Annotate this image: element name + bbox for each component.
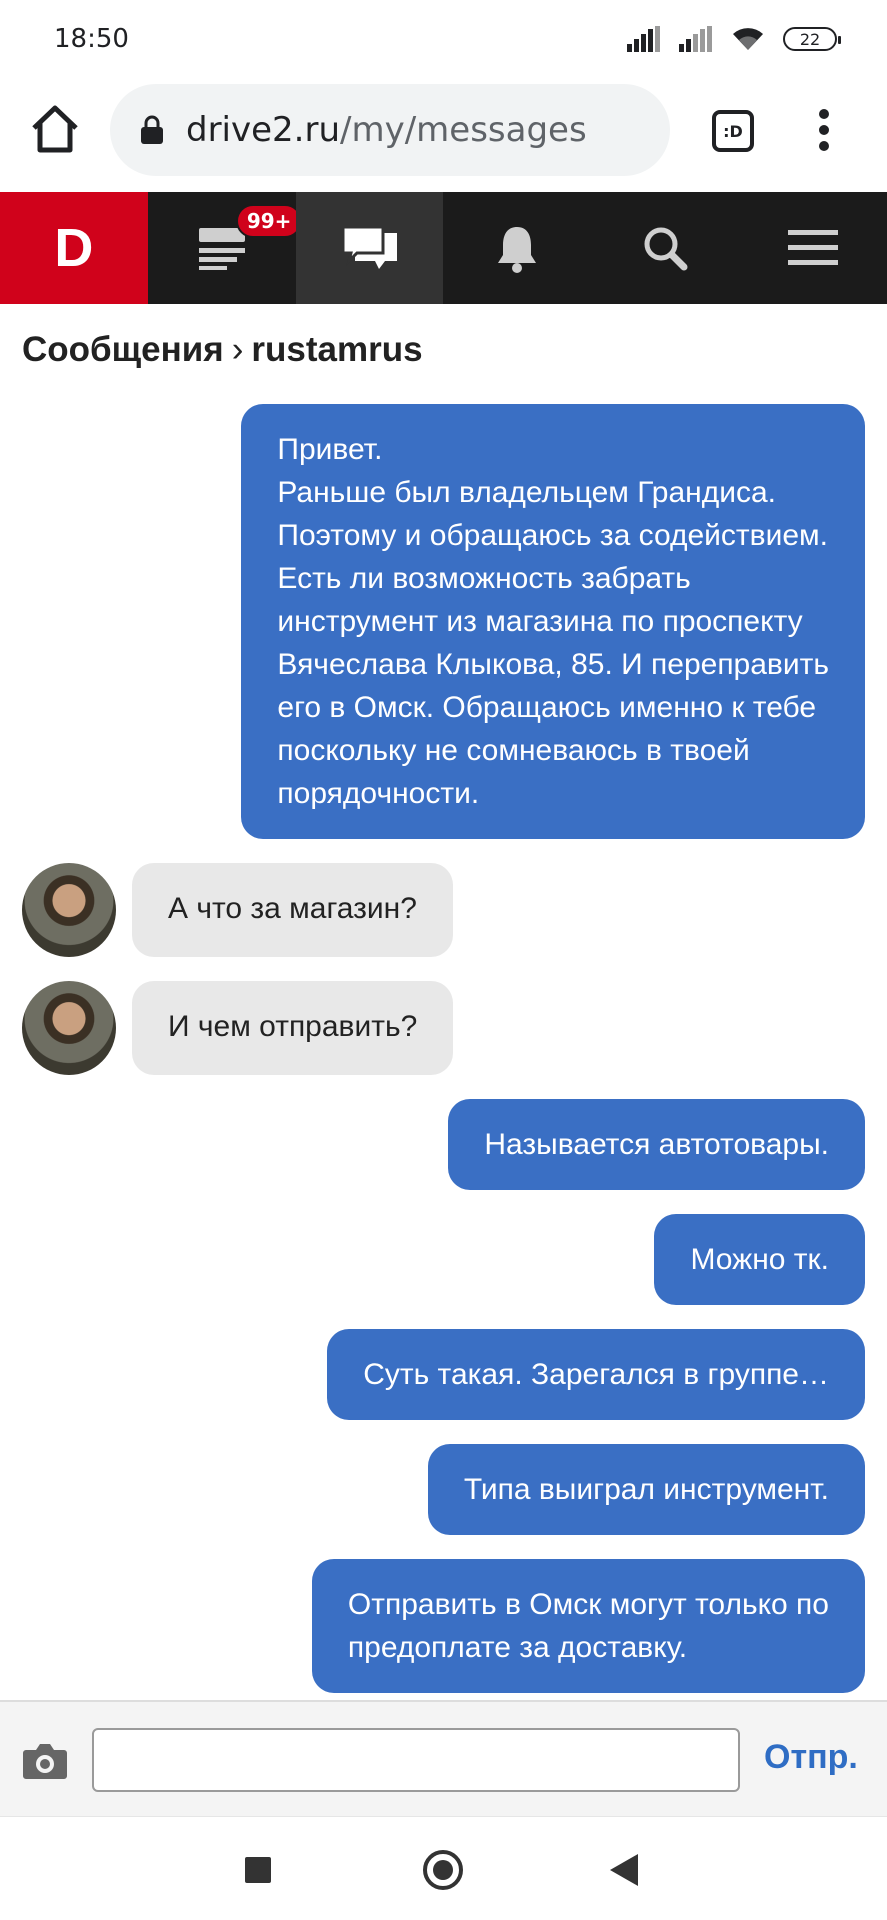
message-line: Типа выиграл инструмент.	[463, 1473, 829, 1506]
avatar[interactable]	[22, 863, 116, 957]
url-path: /my/messages	[340, 110, 587, 150]
message-line: Отправить в Омск могут только по	[347, 1588, 829, 1621]
send-button[interactable]: Отпр.	[764, 1738, 858, 1777]
breadcrumb-separator: ›	[231, 330, 244, 369]
site-logo[interactable]: D	[0, 192, 148, 304]
message-line: А что за магазин?	[168, 892, 417, 925]
nav-messages[interactable]	[295, 192, 444, 304]
message-line: предоплате за доставку.	[347, 1631, 688, 1664]
back-icon[interactable]	[610, 1854, 638, 1886]
site-nav: D 99+	[0, 192, 887, 304]
recents-icon[interactable]	[245, 1857, 271, 1883]
message-row: Можно тк.	[0, 1214, 887, 1305]
nav-search[interactable]	[591, 192, 739, 304]
nav-menu[interactable]	[739, 192, 887, 304]
message-line: Суть такая. Зарегался в группе…	[363, 1358, 829, 1391]
outgoing-message: Называется автотовары.	[448, 1099, 865, 1190]
outgoing-message: Можно тк.	[654, 1214, 865, 1305]
status-icons: 22	[627, 26, 841, 52]
avatar[interactable]	[22, 981, 116, 1075]
wifi-icon	[733, 28, 763, 50]
outgoing-message: Типа выиграл инструмент.	[427, 1444, 865, 1535]
menu-icon	[788, 230, 839, 265]
message-row: Типа выиграл инструмент.	[0, 1444, 887, 1535]
breadcrumb: Сообщения › rustamrus	[22, 330, 423, 370]
message-line: порядочности.	[277, 777, 480, 810]
incoming-message: А что за магазин?	[132, 863, 453, 957]
message-line: Привет.	[277, 433, 383, 466]
browser-toolbar: drive2.ru/my/messages :D	[0, 80, 887, 192]
outgoing-message: Суть такая. Зарегался в группе…	[327, 1329, 865, 1420]
logo-text: D	[54, 218, 94, 278]
message-line: Раньше был владельцем Грандиса.	[277, 476, 776, 509]
tab-switcher-button[interactable]: :D	[712, 110, 754, 152]
message-row: Суть такая. Зарегался в группе…	[0, 1329, 887, 1420]
messages-icon	[341, 225, 397, 269]
message-line: Можно тк.	[690, 1243, 829, 1276]
url-text: drive2.ru/my/messages	[186, 110, 587, 150]
system-nav-bar	[0, 1816, 887, 1920]
message-line: Поэтому и обращаюсь за содействием.	[277, 519, 828, 552]
address-bar[interactable]: drive2.ru/my/messages	[110, 84, 670, 176]
url-host: drive2.ru	[186, 110, 341, 150]
nav-notifications[interactable]	[443, 192, 591, 304]
status-bar: 18:50 22	[0, 0, 887, 80]
message-row: Называется автотовары.	[0, 1099, 887, 1190]
message-line: Вячеслава Клыкова, 85. И переправить	[277, 648, 829, 681]
signal-icon	[679, 26, 712, 52]
incoming-message: И чем отправить?	[132, 981, 454, 1075]
camera-icon[interactable]	[22, 1740, 68, 1780]
breadcrumb-user: rustamrus	[251, 330, 423, 369]
status-time: 18:50	[54, 24, 129, 54]
message-list: Привет. Раньше был владельцем Грандиса. …	[0, 404, 887, 1717]
message-line: Есть ли возможность забрать	[277, 562, 691, 595]
outgoing-message: Привет. Раньше был владельцем Грандиса. …	[241, 404, 865, 839]
message-input[interactable]	[92, 1728, 740, 1792]
more-vert-icon[interactable]	[818, 108, 830, 152]
message-row: Отправить в Омск могут только по предопл…	[0, 1559, 887, 1693]
signal-icon	[627, 26, 660, 52]
message-row: И чем отправить?	[0, 981, 887, 1075]
message-line: его в Омск. Обращаюсь именно к тебе	[277, 691, 817, 724]
home-circle-icon[interactable]	[423, 1850, 463, 1890]
nav-feed[interactable]: 99+	[148, 192, 303, 304]
search-icon	[644, 227, 688, 271]
home-icon[interactable]	[28, 102, 82, 156]
message-line: поскольку не сомневаюсь в твоей	[277, 734, 750, 767]
message-line: инструмент из магазина по проспекту	[277, 605, 803, 638]
message-composer: Отпр.	[0, 1700, 887, 1816]
bell-icon	[498, 227, 537, 273]
message-line: Называется автотовары.	[484, 1128, 829, 1161]
battery-icon: 22	[783, 27, 841, 51]
lock-icon	[141, 115, 163, 144]
feed-badge: 99+	[235, 204, 303, 238]
outgoing-message: Отправить в Омск могут только по предопл…	[311, 1559, 865, 1693]
message-row: Привет. Раньше был владельцем Грандиса. …	[0, 404, 887, 839]
message-row: А что за магазин?	[0, 863, 887, 957]
breadcrumb-messages-link[interactable]: Сообщения	[22, 330, 224, 369]
message-line: И чем отправить?	[168, 1010, 418, 1043]
feed-icon	[198, 228, 245, 270]
